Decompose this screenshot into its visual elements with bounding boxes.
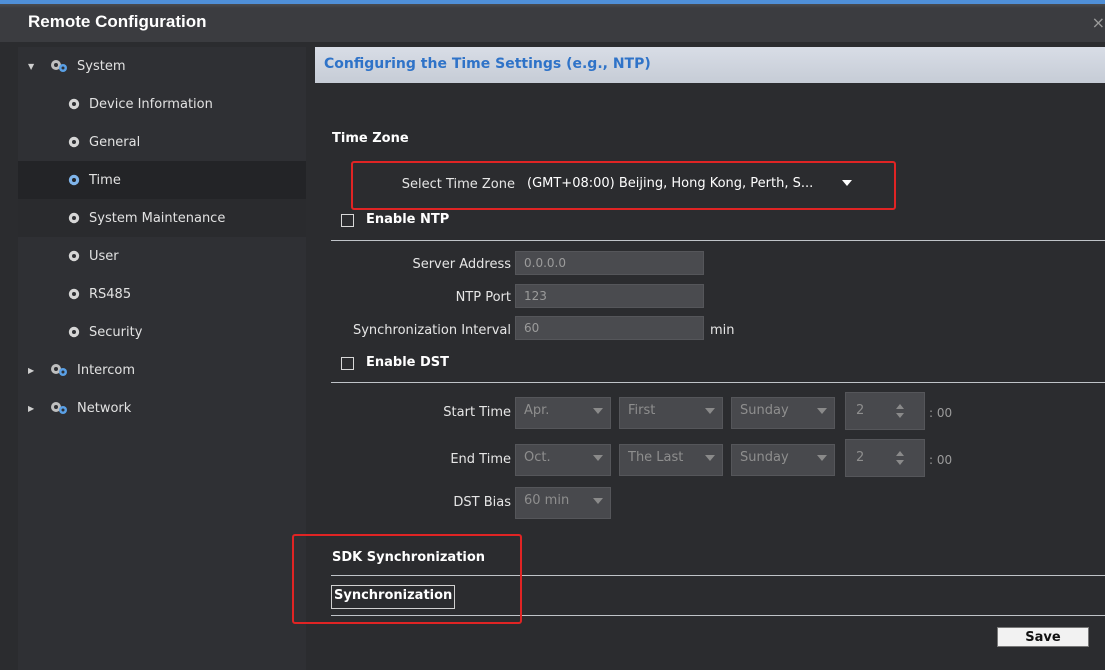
divider [331,382,1105,383]
end-day-value: Sunday [740,450,789,465]
end-hour-value: 2 [856,450,865,465]
sidebar-item-rs485[interactable]: RS485 [18,275,306,313]
start-day-select[interactable]: Sunday [731,397,835,429]
sidebar-item-label: User [89,248,119,264]
title-bar: Remote Configuration × [0,0,1105,42]
spin-down-icon[interactable] [896,413,904,418]
sync-interval-input[interactable]: 60 [515,316,704,340]
dst-bias-select[interactable]: 60 min [515,487,611,519]
end-month-value: Oct. [524,450,551,465]
sidebar-item-time[interactable]: Time [18,161,306,199]
dst-bias-label: DST Bias [453,495,511,510]
highlight-box-timezone [351,161,896,210]
start-week-select[interactable]: First [619,397,723,429]
highlight-box-sdk [292,534,522,624]
sidebar-item-general[interactable]: General [18,123,306,161]
expand-arrow-icon[interactable]: ▼ [28,62,34,71]
network-gears-icon [50,401,68,415]
sidebar-group-label: Network [77,400,132,416]
sidebar-group-intercom[interactable]: ▶ Intercom [18,351,306,389]
end-week-value: The Last [628,450,684,465]
dropdown-caret-icon [593,498,603,504]
sidebar-item-label: System Maintenance [89,210,226,226]
sidebar-item-label: Time [89,172,121,188]
sidebar-item-label: Security [89,324,143,340]
start-month-value: Apr. [524,403,550,418]
sidebar-item-label: General [89,134,141,150]
server-address-input[interactable]: 0.0.0.0 [515,251,704,275]
enable-dst-checkbox[interactable] [341,357,354,370]
sidebar-group-network[interactable]: ▶ Network [18,389,306,427]
page-title: Configuring the Time Settings (e.g., NTP… [324,56,651,72]
enable-ntp-checkbox[interactable] [341,214,354,227]
end-minute-suffix: : 00 [929,453,953,467]
sidebar-item-security[interactable]: Security [18,313,306,351]
dst-bias-value: 60 min [524,493,570,508]
end-hour-stepper[interactable]: 2 [845,439,925,477]
dropdown-caret-icon [817,408,827,414]
sidebar-group-label: Intercom [77,362,135,378]
gear-icon [68,136,80,148]
collapse-arrow-icon[interactable]: ▶ [28,404,34,413]
time-zone-section-title: Time Zone [332,131,409,146]
dropdown-caret-icon [705,408,715,414]
gear-icon [68,288,80,300]
spin-up-icon[interactable] [896,404,904,409]
end-day-select[interactable]: Sunday [731,444,835,476]
start-minute-suffix: : 00 [929,406,953,420]
divider [331,240,1105,241]
ntp-port-input[interactable]: 123 [515,284,704,308]
enable-ntp-label: Enable NTP [366,212,450,227]
collapse-arrow-icon[interactable]: ▶ [28,366,34,375]
spin-up-icon[interactable] [896,451,904,456]
save-button[interactable]: Save [997,627,1089,647]
server-address-label: Server Address [412,257,511,272]
spin-down-icon[interactable] [896,460,904,465]
sidebar-group-system[interactable]: ▼ System [18,47,306,85]
intercom-gears-icon [50,363,68,377]
end-month-select[interactable]: Oct. [515,444,611,476]
page-header: Configuring the Time Settings (e.g., NTP… [315,47,1105,83]
gear-icon [68,250,80,262]
start-hour-value: 2 [856,403,865,418]
start-day-value: Sunday [740,403,789,418]
ntp-port-label: NTP Port [455,290,511,305]
sidebar-item-system-maintenance[interactable]: System Maintenance [18,199,306,237]
enable-dst-label: Enable DST [366,355,450,370]
dropdown-caret-icon [593,408,603,414]
sidebar-item-label: Device Information [89,96,213,112]
dropdown-caret-icon [705,455,715,461]
gear-icon [68,212,80,224]
gear-icon [68,174,80,186]
gear-icon [68,98,80,110]
gear-icon [68,326,80,338]
start-hour-stepper[interactable]: 2 [845,392,925,430]
sidebar-group-label: System [77,58,126,74]
system-gears-icon [50,59,68,73]
sync-interval-unit: min [710,323,735,338]
dropdown-caret-icon [817,455,827,461]
end-time-label: End Time [450,452,511,467]
window-title: Remote Configuration [28,12,207,31]
sidebar-item-device-information[interactable]: Device Information [18,85,306,123]
sidebar: ▼ System Device Information General Time… [18,47,306,670]
sidebar-item-label: RS485 [89,286,132,302]
dropdown-caret-icon [593,455,603,461]
end-week-select[interactable]: The Last [619,444,723,476]
start-month-select[interactable]: Apr. [515,397,611,429]
sync-interval-label: Synchronization Interval [352,323,511,338]
start-week-value: First [628,403,656,418]
start-time-label: Start Time [443,405,511,420]
main-panel: Configuring the Time Settings (e.g., NTP… [292,47,1105,670]
sidebar-item-user[interactable]: User [18,237,306,275]
close-icon[interactable]: × [1092,13,1105,32]
